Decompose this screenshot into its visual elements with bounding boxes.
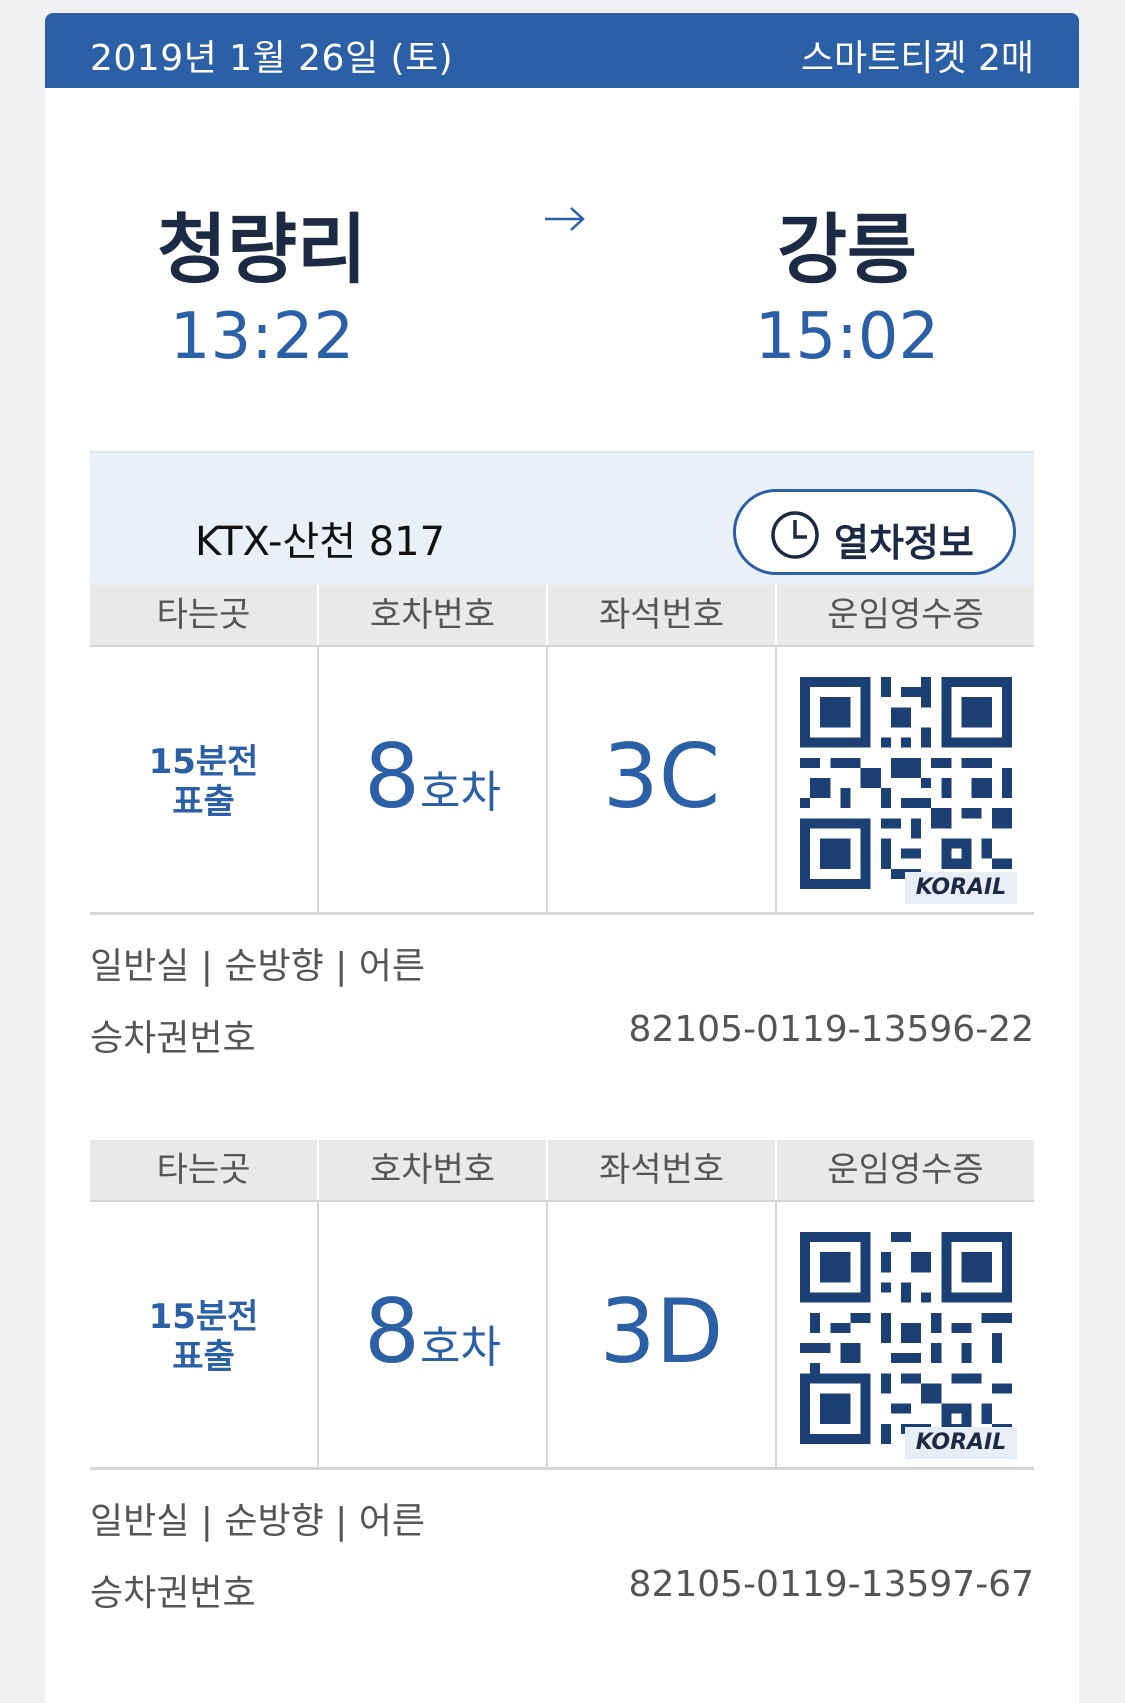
- separator: [775, 647, 777, 915]
- boarding-platform: 15분전 표출: [90, 1297, 317, 1377]
- header-boarding: 타는곳: [156, 1150, 251, 1190]
- korail-logo: KORAIL: [905, 1427, 1017, 1459]
- boarding-line1: 15분전: [148, 1297, 259, 1337]
- car-number: 8호차: [319, 1280, 546, 1383]
- train-name: KTX-산천 817: [195, 519, 446, 565]
- arrow-right-icon: [545, 207, 585, 231]
- clock-icon: [771, 511, 819, 559]
- ticket-header-row: 타는곳 호차번호 좌석번호 운임영수증: [90, 585, 1034, 645]
- arrival-station: 강릉: [777, 205, 917, 294]
- ticket-header-bar: 2019년 1월 26일 (토) 스마트티켓 2매: [45, 13, 1079, 88]
- header-car: 호차번호: [369, 1150, 496, 1190]
- arrival-time: 15:02: [754, 300, 940, 374]
- car-number-unit: 호차: [420, 767, 501, 818]
- ticket-number-label: 승차권번호: [90, 1018, 256, 1059]
- boarding-platform: 15분전 표출: [90, 742, 317, 822]
- korail-logo: KORAIL: [905, 872, 1017, 904]
- header-receipt: 운임영수증: [827, 595, 984, 635]
- travel-date: 2019년 1월 26일 (토): [90, 38, 454, 79]
- header-seat: 좌석번호: [598, 1150, 725, 1190]
- car-number: 8호차: [319, 725, 546, 828]
- separator: [775, 1202, 777, 1470]
- ticket-number: 82105-0119-13597-67: [628, 1564, 1034, 1605]
- ticket-number: 82105-0119-13596-22: [628, 1009, 1034, 1050]
- ticket-body-row: 15분전 표출 8호차 3C KORAIL: [90, 645, 1034, 915]
- class-info: 일반실 | 순방향 | 어른: [90, 1501, 425, 1542]
- ticket-count: 스마트티켓 2매: [800, 38, 1034, 79]
- header-seat: 좌석번호: [598, 595, 725, 635]
- boarding-line2: 표출: [172, 1337, 235, 1377]
- ticket-number-label: 승차권번호: [90, 1573, 256, 1614]
- departure-time: 13:22: [169, 300, 355, 374]
- route-section: 청량리 강릉 13:22 15:02: [45, 88, 1079, 453]
- car-number-value: 8: [364, 725, 421, 828]
- ticket-body-row: 15분전 표출 8호차 3D KORAIL: [90, 1200, 1034, 1470]
- qr-code-icon[interactable]: [800, 1232, 1012, 1444]
- ticket-card: 2019년 1월 26일 (토) 스마트티켓 2매 청량리 강릉 13:22 1…: [45, 13, 1079, 1703]
- seat-number: 3C: [602, 725, 721, 828]
- car-number-value: 8: [364, 1280, 421, 1383]
- header-car: 호차번호: [369, 595, 496, 635]
- car-number-unit: 호차: [420, 1322, 501, 1373]
- boarding-line2: 표출: [172, 782, 235, 822]
- train-info-button[interactable]: 열차정보: [733, 489, 1016, 575]
- header-receipt: 운임영수증: [827, 1150, 984, 1190]
- header-boarding: 타는곳: [156, 595, 251, 635]
- seat-number: 3D: [599, 1280, 724, 1383]
- train-info-button-label: 열차정보: [834, 521, 974, 565]
- boarding-line1: 15분전: [148, 742, 259, 782]
- ticket-header-row: 타는곳 호차번호 좌석번호 운임영수증: [90, 1140, 1034, 1200]
- qr-code-icon[interactable]: [800, 677, 1012, 889]
- departure-station: 청량리: [157, 205, 367, 294]
- class-info: 일반실 | 순방향 | 어른: [90, 946, 425, 987]
